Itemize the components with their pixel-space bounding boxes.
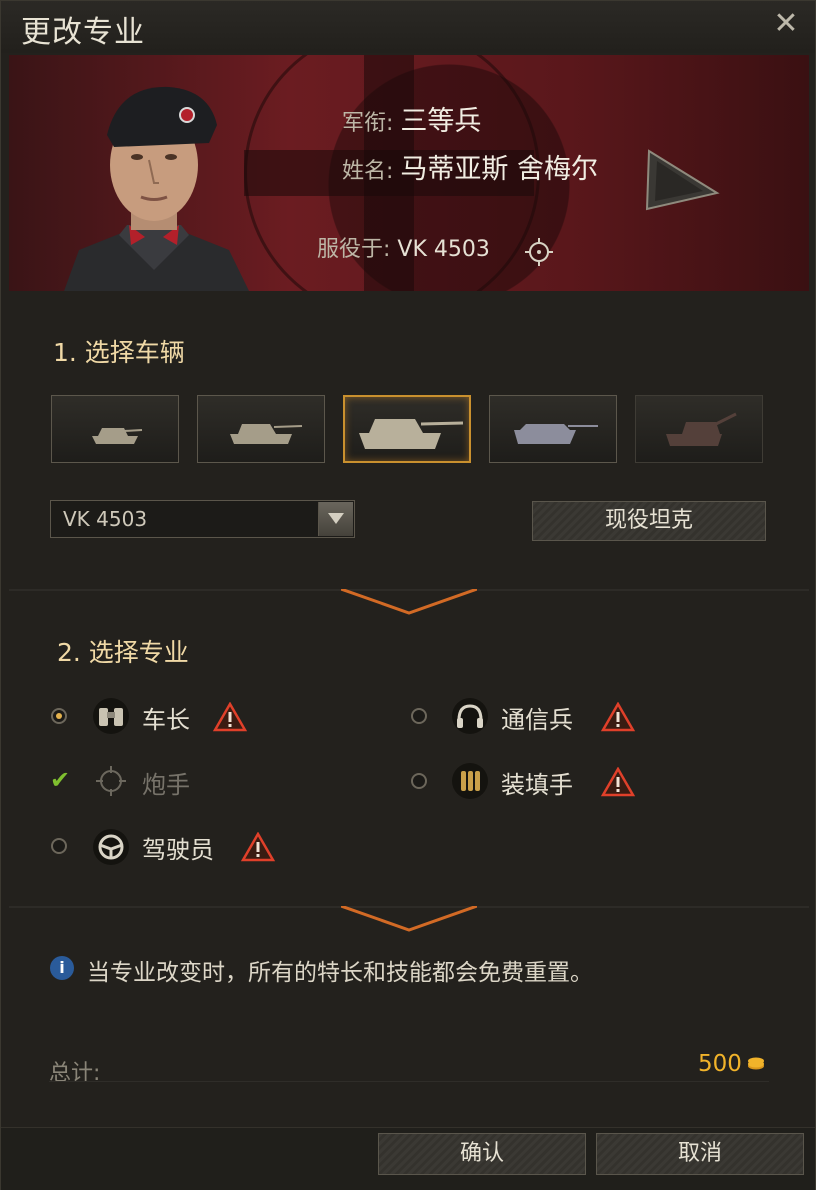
name-value: 马蒂亚斯 舍梅尔 — [400, 154, 599, 185]
vehicle-dropdown[interactable]: VK 4503 — [50, 500, 355, 538]
served-line: 服役于: VK 4503 — [317, 231, 490, 263]
warning-icon — [601, 767, 635, 797]
role-loader-label[interactable]: 装填手 — [501, 765, 573, 800]
heavy-tank-icon — [359, 419, 464, 449]
total-separator — [49, 1081, 769, 1082]
next-crew-arrow-icon[interactable] — [641, 145, 721, 215]
served-label: 服役于: — [317, 237, 391, 262]
spg-icon — [666, 412, 737, 446]
radio-commander[interactable] — [51, 708, 67, 724]
rank-line: 军衔: 三等兵 — [342, 99, 481, 138]
vehicle-selector — [51, 395, 767, 465]
radio-radio-operator[interactable] — [411, 708, 427, 724]
gold-icon — [748, 1057, 764, 1070]
crosshair-icon — [96, 766, 126, 796]
crew-portrait — [64, 86, 249, 291]
radio-driver[interactable] — [51, 838, 67, 854]
cancel-button[interactable]: 取消 — [596, 1133, 804, 1175]
warning-icon — [241, 832, 275, 862]
dialog-title: 更改专业 — [21, 15, 145, 50]
name-line: 姓名: 马蒂亚斯 舍梅尔 — [342, 147, 598, 186]
step1-title: 1. 选择车辆 — [53, 338, 185, 367]
role-radio-operator-label[interactable]: 通信兵 — [501, 700, 573, 735]
total-value: 500 — [698, 1051, 742, 1077]
divider-chevron — [341, 589, 477, 615]
tank-destroyer-icon — [514, 424, 598, 444]
locate-tank-icon[interactable] — [524, 237, 554, 267]
tank-slot-heavy[interactable] — [343, 395, 471, 463]
medium-tank-icon — [230, 424, 303, 444]
confirm-button[interactable]: 确认 — [378, 1133, 586, 1175]
light-tank-icon — [92, 428, 143, 444]
chevron-down-icon[interactable] — [318, 502, 353, 536]
headphones-icon — [452, 698, 488, 734]
warning-icon — [601, 702, 635, 732]
role-driver-label[interactable]: 驾驶员 — [142, 830, 214, 865]
rank-value: 三等兵 — [400, 106, 482, 137]
name-label: 姓名: — [342, 159, 394, 184]
check-icon: ✔ — [50, 766, 71, 794]
tank-slot-medium[interactable] — [197, 395, 325, 463]
info-icon: i — [50, 956, 74, 980]
tank-slot-spg[interactable] — [635, 395, 763, 463]
warning-icon — [213, 702, 247, 732]
shells-icon — [452, 763, 488, 799]
radio-loader[interactable] — [411, 773, 427, 789]
step2-title: 2. 选择专业 — [57, 638, 189, 667]
rank-label: 军衔: — [342, 111, 394, 136]
reset-notice: 当专业改变时，所有的特长和技能都会免费重置。 — [87, 960, 593, 986]
role-gunner-label: 炮手 — [142, 771, 190, 799]
role-commander-label[interactable]: 车长 — [142, 700, 190, 735]
total-label: 总计: — [49, 1061, 101, 1086]
tank-slot-light[interactable] — [51, 395, 179, 463]
crew-banner: 军衔: 三等兵 姓名: 马蒂亚斯 舍梅尔 服役于: VK 4503 — [9, 55, 809, 291]
titlebar: 更改专业 ✕ — [1, 1, 815, 53]
steering-wheel-icon — [93, 829, 129, 865]
close-icon[interactable]: ✕ — [771, 9, 801, 39]
served-value: VK 4503 — [397, 237, 490, 262]
change-specialization-dialog: 更改专业 ✕ 军衔: 三等兵 姓名: 马蒂亚斯 舍梅尔 服役于: VK 4503… — [0, 0, 816, 1190]
binoculars-icon — [93, 698, 129, 734]
current-tank-button[interactable]: 现役坦克 — [532, 501, 766, 541]
tank-slot-destroyer[interactable] — [489, 395, 617, 463]
divider-chevron — [341, 906, 477, 932]
vehicle-dropdown-value: VK 4503 — [63, 507, 148, 531]
